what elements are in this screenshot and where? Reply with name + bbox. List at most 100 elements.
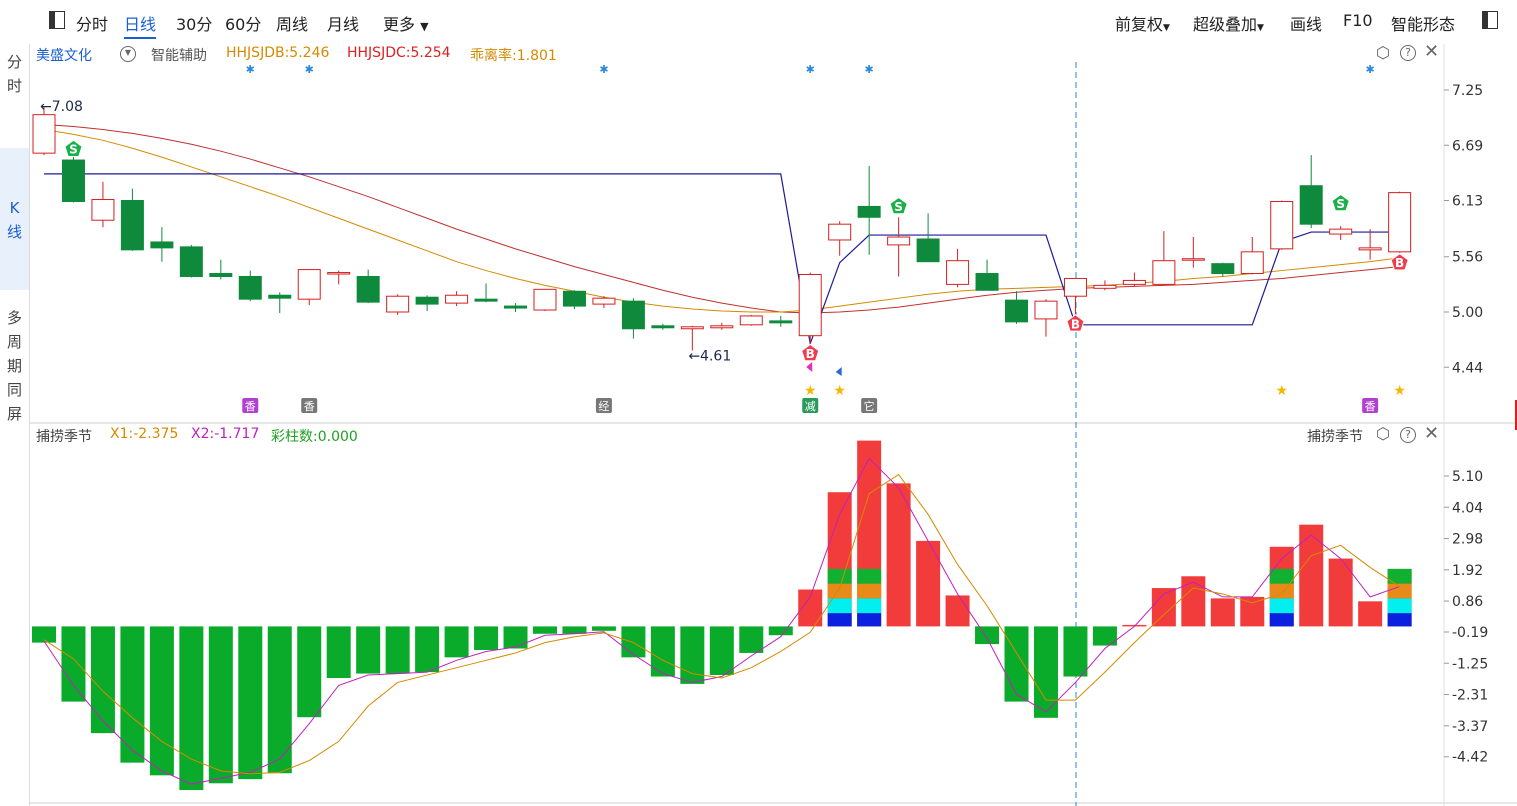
indicator-bar-negative	[1004, 626, 1029, 702]
candle-down	[356, 275, 380, 303]
sub-indicator-title[interactable]: 捕捞季节	[36, 426, 92, 446]
candle-down	[651, 325, 675, 329]
indicator-bar-negative	[90, 626, 115, 734]
candle-up	[327, 272, 351, 275]
candle-up	[1240, 251, 1264, 275]
candle-down	[120, 200, 144, 251]
indicator-bar-negative	[621, 626, 646, 658]
sub-y-tick-label: 4.04	[1452, 500, 1483, 516]
high-price-label: ←7.08	[40, 99, 83, 115]
indicator-bar-positive	[916, 540, 941, 627]
indicator-bar-negative	[149, 626, 174, 776]
smart-assist-label[interactable]: 智能辅助	[151, 45, 207, 65]
candle-down	[238, 275, 262, 300]
legend-deviation: 乖离率:1.801	[470, 48, 557, 64]
indicator-bar-negative	[179, 626, 204, 791]
indicator-bar-negative	[474, 626, 499, 650]
candle-down	[769, 320, 793, 324]
indicator-bar-positive	[1240, 596, 1265, 627]
help-icon[interactable]: ?	[1400, 45, 1416, 61]
color-block-green	[827, 568, 852, 584]
help-icon[interactable]: ?	[1400, 427, 1416, 443]
legend-color-bars: 彩柱数:0.000	[271, 429, 358, 445]
candle-up	[1270, 200, 1294, 250]
star-icon: ★	[804, 383, 817, 399]
event-tag-text: 经	[598, 400, 609, 413]
sub-y-tick-label: -2.31	[1452, 688, 1488, 704]
indicator-bar-positive	[945, 595, 970, 627]
indicator-bar-negative	[1063, 626, 1088, 677]
candle-up	[445, 294, 469, 304]
candle-up	[533, 288, 557, 311]
candle-up	[592, 297, 616, 305]
indicator-bar-negative	[326, 626, 351, 679]
candle-down	[562, 290, 586, 307]
settings-hex-icon[interactable]: ⬡	[1376, 426, 1390, 442]
color-block-orange	[857, 583, 882, 599]
indicator-bar-positive	[1299, 524, 1324, 627]
indicator-bar-negative	[208, 626, 233, 784]
candle-up	[798, 274, 822, 337]
candle-up	[739, 315, 763, 326]
dropdown-circle-icon[interactable]: ▼	[120, 46, 136, 62]
sub-y-tick-label: -0.19	[1452, 625, 1488, 641]
low-price-label: ←4.61	[688, 348, 731, 364]
signal-letter: B	[806, 347, 815, 361]
candle-up	[1152, 260, 1176, 285]
candle-down	[179, 246, 203, 277]
settings-hex-icon[interactable]: ⬡	[1376, 45, 1390, 61]
sub-indicator-title-right[interactable]: 捕捞季节	[1307, 426, 1363, 446]
indicator-bar-negative	[444, 626, 469, 658]
signal-letter: S	[894, 200, 903, 214]
y-tick-label: 7.25	[1452, 83, 1483, 99]
sub-y-tick-label: -3.37	[1452, 719, 1488, 735]
legend-x2: X2:-1.717	[191, 426, 260, 442]
color-block-green	[857, 568, 882, 584]
color-block-blue	[1387, 613, 1412, 627]
snowflake-icon: ✱	[246, 63, 255, 76]
candle-up	[680, 326, 704, 330]
candle-down	[975, 273, 999, 291]
candle-down	[916, 238, 940, 263]
sub-y-tick-label: 2.98	[1452, 532, 1483, 548]
event-tag-text: 减	[805, 400, 816, 413]
indicator-bar-positive	[1210, 598, 1235, 627]
candle-up	[1181, 258, 1205, 261]
indicator-bar-negative	[415, 626, 440, 673]
indicator-bar-negative	[739, 626, 764, 653]
color-block-green	[1269, 568, 1294, 584]
indicator-bar-negative	[650, 626, 675, 677]
signal-letter: S	[1336, 197, 1345, 211]
close-icon[interactable]: ✕	[1424, 43, 1439, 61]
candle-down	[1005, 299, 1029, 323]
kline-chart[interactable]: 7.25 6.69 6.13 5.56 5.00 4.44 5.10 4.04 2.98 1.92…	[0, 0, 1517, 806]
snowflake-icon: ✱	[806, 63, 815, 76]
candle-down	[1299, 185, 1323, 225]
candle-up	[1093, 284, 1117, 289]
candle-down	[1211, 263, 1235, 275]
indicator-bar-negative	[709, 626, 734, 676]
flag-icon	[835, 367, 842, 376]
candle-down	[61, 159, 85, 202]
stock-name[interactable]: 美盛文化	[36, 45, 92, 65]
indicator-bar-negative	[238, 626, 263, 780]
indicator-bar-negative	[768, 626, 793, 636]
star-icon: ★	[833, 383, 846, 399]
y-tick-label: 6.13	[1452, 194, 1483, 210]
indicator-bar-negative	[503, 626, 528, 649]
candle-up	[1034, 300, 1058, 320]
candle-down	[415, 296, 439, 305]
close-icon[interactable]: ✕	[1424, 425, 1439, 443]
sub-y-tick-label: -1.25	[1452, 656, 1488, 672]
snowflake-icon: ✱	[1366, 63, 1375, 76]
indicator-bar-negative	[385, 626, 410, 674]
indicator-bar-negative	[61, 626, 86, 702]
signal-letter: B	[1071, 317, 1080, 331]
color-block-blue	[827, 613, 852, 627]
color-block-blue	[857, 613, 882, 627]
snowflake-icon: ✱	[599, 63, 608, 76]
snowflake-icon: ✱	[865, 63, 874, 76]
sub-y-tick-label: 0.86	[1452, 594, 1483, 610]
candle-up	[710, 325, 734, 329]
candle-up	[1329, 228, 1353, 235]
